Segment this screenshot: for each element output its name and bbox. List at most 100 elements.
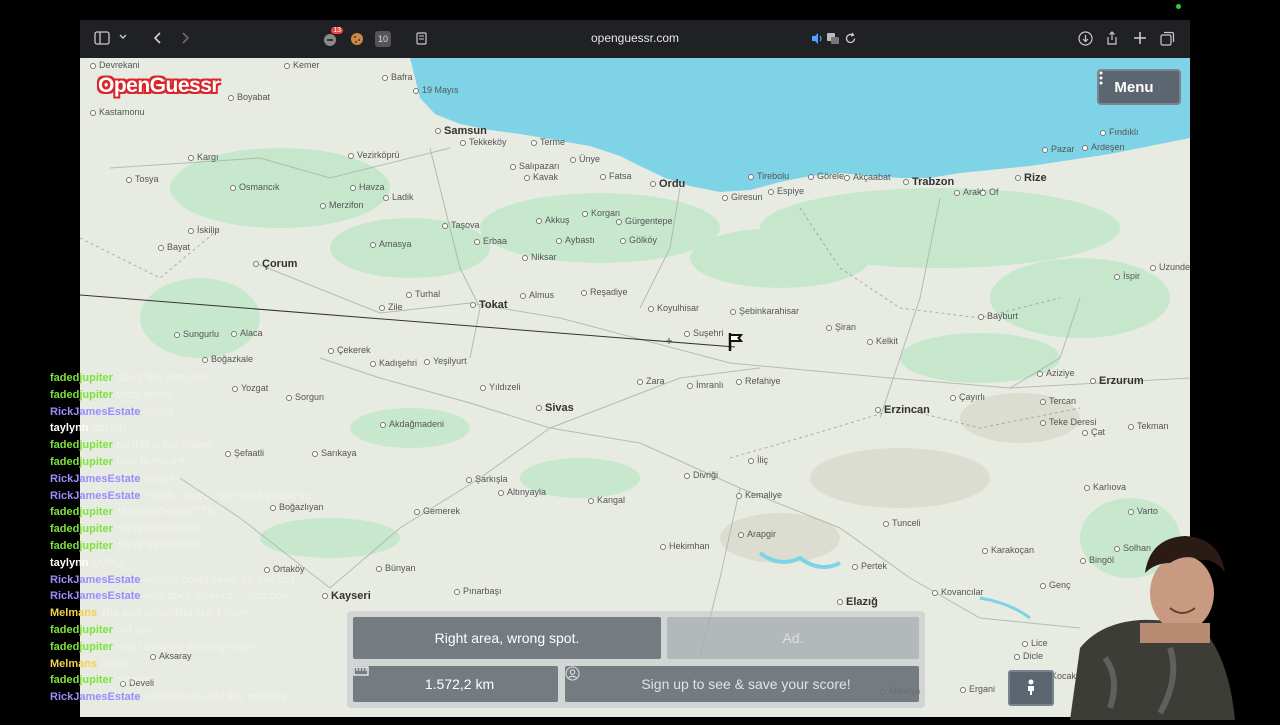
chat-text: I think I saw ... and went pulisic sc (144, 489, 311, 502)
place-label: Erbaa (474, 236, 507, 246)
place-label: Ladik (383, 192, 414, 202)
chat-message: fadedjupiter did you (50, 622, 390, 639)
chat-message: fadedjupiter NEW BEDFORD (50, 538, 390, 555)
chat-message: Melmans lololol (50, 656, 390, 673)
place-label: Kargı (188, 152, 219, 162)
chat-text: na this is not maine (116, 439, 212, 452)
place-label: Reşadiye (581, 287, 628, 297)
translate-icon[interactable] (826, 32, 840, 45)
place-label: Rize (1015, 172, 1047, 184)
chat-username: fadedjupiter (50, 623, 113, 636)
place-label: Koyulhisar (648, 303, 699, 313)
chat-message: RickJamesEstate europe could never be thi… (50, 572, 390, 589)
place-label: Of (980, 187, 999, 197)
tabs-overview-icon[interactable] (1160, 31, 1175, 46)
download-icon[interactable] (1078, 31, 1093, 46)
shield-icon[interactable]: 13 (322, 27, 343, 48)
place-label: Bayat (158, 242, 190, 252)
place-label: Ardeşen (1082, 142, 1125, 152)
chat-message: taylynn boston (50, 420, 390, 437)
reload-icon[interactable] (844, 32, 857, 45)
chat-text: MASSACHUSETTS (116, 506, 215, 519)
place-label: Havza (350, 182, 385, 192)
place-label: Alaca (231, 328, 263, 338)
place-label: Kovancılar (932, 587, 984, 597)
chat-message: RickJamesEstate denial (50, 404, 390, 421)
chat-text: was using my mommy voice (116, 640, 255, 653)
place-label: Tunceli (883, 518, 921, 528)
chat-message: RickJamesEstate I think I saw ... and wen… (50, 488, 390, 505)
place-label: Çekerek (328, 345, 371, 355)
place-label: Ergani (960, 684, 995, 694)
place-label: İmranlı (687, 380, 724, 390)
chat-username: RickJamesEstate (50, 405, 141, 418)
streetview-button[interactable] (1008, 670, 1054, 706)
signup-button[interactable]: Sign up to see & save your score! (565, 666, 919, 702)
chat-text: lololol (101, 657, 130, 670)
chat-text: illinois (144, 472, 175, 485)
cookie-icon[interactable] (350, 32, 364, 46)
tab-counter-icon[interactable]: 10 (375, 31, 391, 47)
share-icon[interactable] (1105, 30, 1119, 46)
place-label: Kangal (588, 495, 625, 505)
place-label: Hekimhan (660, 541, 710, 551)
menu-button[interactable]: Menu (1097, 69, 1181, 105)
chat-username: fadedjupiter (50, 640, 113, 653)
chat-username: fadedjupiter (50, 439, 113, 452)
place-label: Erzincan (875, 404, 930, 416)
forward-icon[interactable] (180, 31, 190, 45)
chat-username: Melmans (50, 657, 98, 670)
chat-username: RickJamesEstate (50, 489, 141, 502)
new-tab-icon[interactable] (1133, 31, 1147, 45)
place-label: Bayburt (978, 311, 1018, 321)
place-label: Zile (379, 302, 403, 312)
result-panel: Right area, wrong spot. Ad. 1.572,2 km S… (347, 611, 925, 708)
chat-message: fadedjupiter MASSACHUSETTS (50, 504, 390, 521)
place-label: Teke Deresi (1040, 417, 1097, 427)
place-label: Sivas (536, 402, 574, 414)
openguessr-logo[interactable]: OpenGuessr (98, 74, 220, 98)
stream-chat-overlay: fadedjupiter dawg this aint ohio fadedjupi… (50, 370, 390, 706)
place-label: Turhal (406, 289, 440, 299)
chat-text: why does america ... raccoon (144, 590, 288, 603)
chat-message: fadedjupiter dawg this aint ohio (50, 370, 390, 387)
place-label: Zara (637, 376, 665, 386)
place-label: Kavak (524, 172, 558, 182)
chevron-down-icon[interactable] (118, 32, 128, 42)
place-label: Espiye (768, 186, 804, 196)
chat-username: fadedjupiter (50, 539, 113, 552)
place-label: Trabzon (903, 176, 954, 188)
chat-username: RickJamesEstate (50, 691, 141, 704)
place-label: Ordu (650, 178, 685, 190)
place-label: Gürgentepe (616, 216, 673, 226)
place-label: Tosya (126, 174, 159, 184)
chat-text: look to the left (116, 455, 186, 468)
chat-message: fadedjupiter na this is not maine (50, 437, 390, 454)
address-bar-url[interactable]: openguessr.com (591, 31, 679, 45)
place-label: Giresun (722, 192, 763, 202)
recording-indicator (1176, 4, 1181, 9)
chat-username: fadedjupiter (50, 388, 113, 401)
chat-message: fadedjupiter look to the left (50, 454, 390, 471)
place-label: Boğazkale (202, 354, 253, 364)
place-label: İliç (748, 455, 768, 465)
reader-icon[interactable] (415, 32, 428, 45)
sidebar-icon[interactable] (94, 31, 110, 45)
place-label: Pazar (1042, 144, 1075, 154)
menu-label: Menu (1114, 78, 1154, 96)
chat-message: taylynn LMAO (50, 555, 390, 572)
place-label: Elazığ (837, 596, 878, 608)
place-label: 19 Mayıs (413, 85, 459, 95)
place-label: Arapgir (738, 529, 776, 539)
chat-message: fadedjupiter albany (50, 672, 390, 689)
place-label: Karlıova (1084, 482, 1126, 492)
place-label: Şebinkarahisar (730, 306, 799, 316)
chat-username: fadedjupiter (50, 455, 113, 468)
chat-username: RickJamesEstate (50, 590, 141, 603)
speaker-icon[interactable] (810, 32, 824, 45)
chat-username: Melmans (50, 607, 98, 620)
place-label: Şiran (826, 322, 856, 332)
chat-username: taylynn (50, 556, 89, 569)
place-label: Görele (808, 171, 844, 181)
back-icon[interactable] (153, 31, 163, 45)
